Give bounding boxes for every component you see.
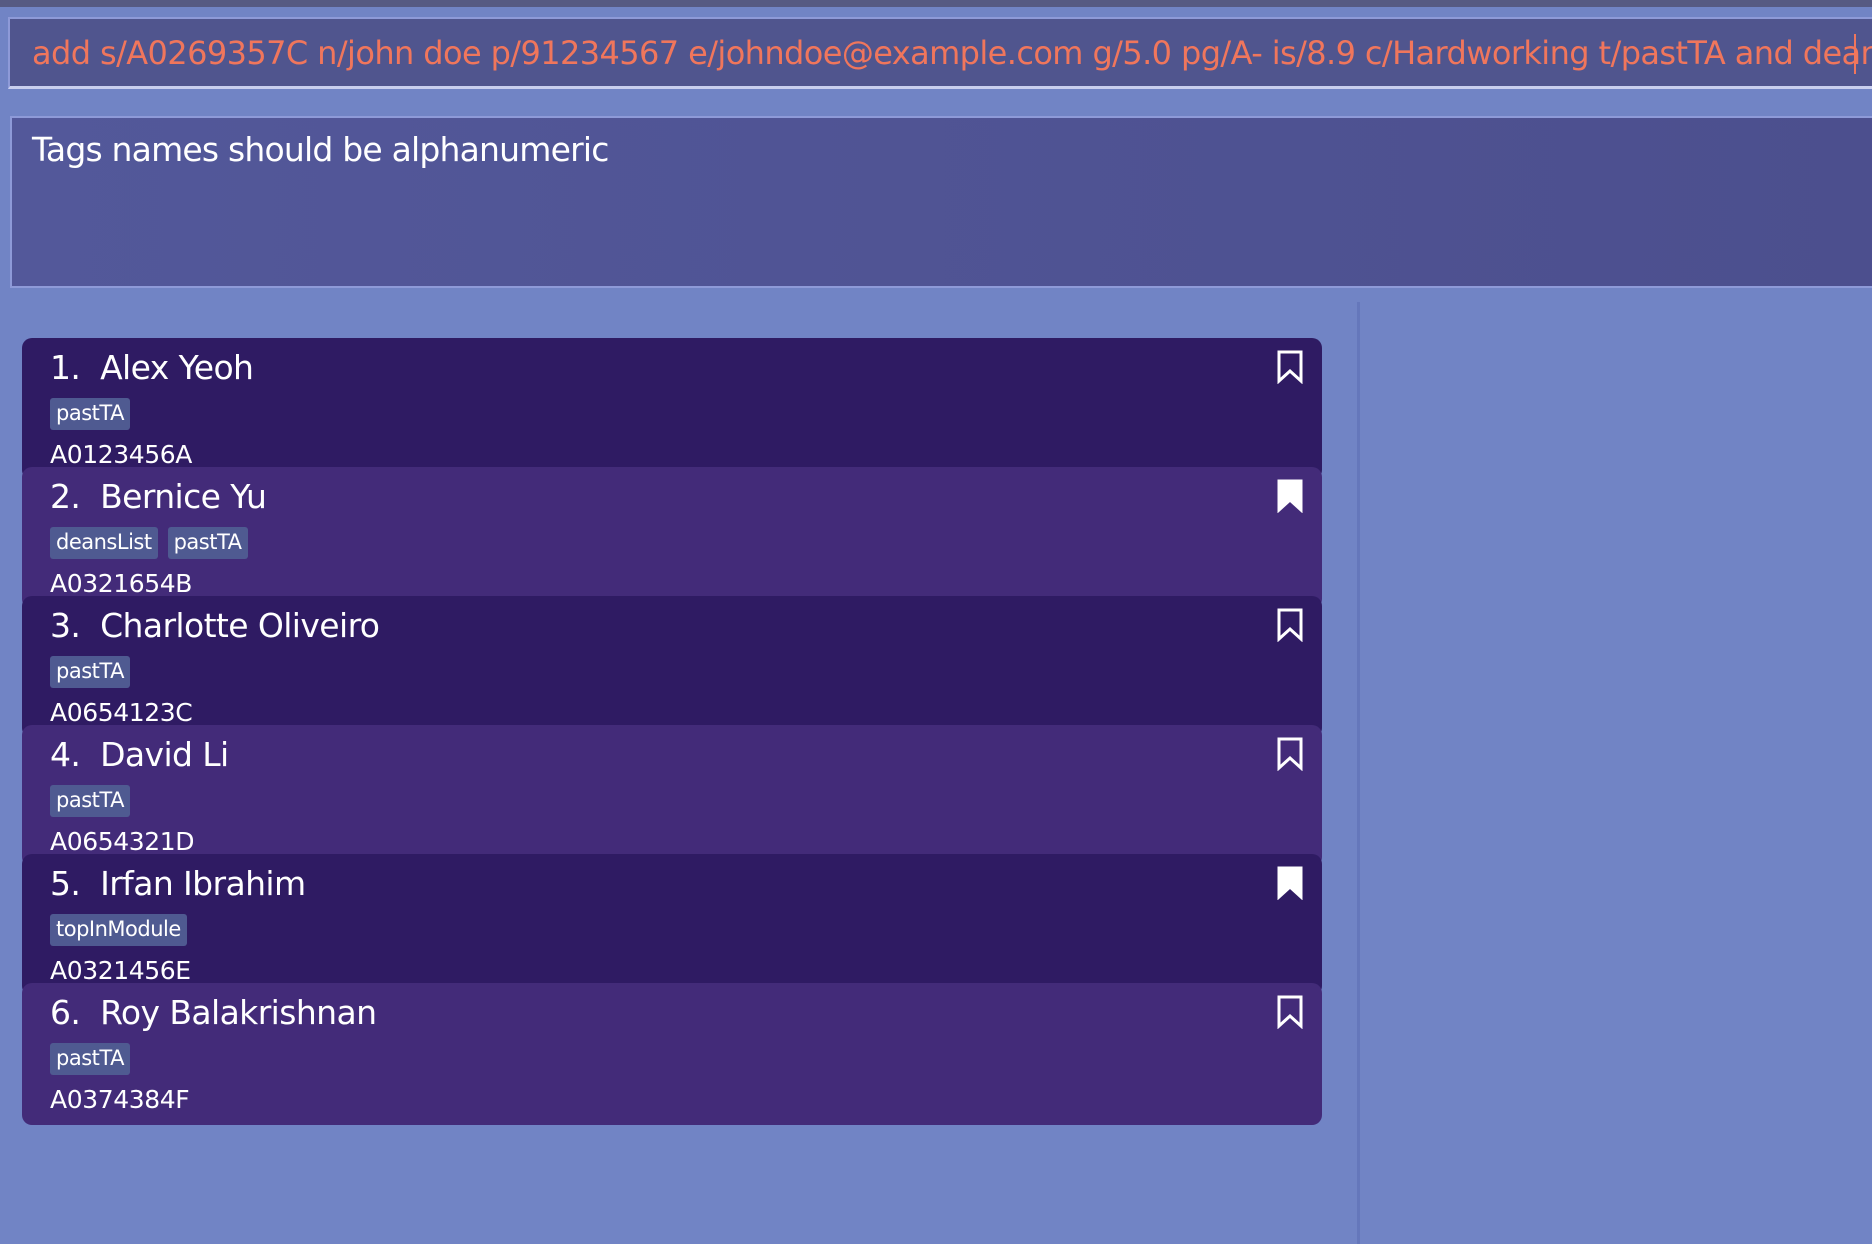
tag-list: pastTA xyxy=(50,656,130,688)
command-box[interactable]: add s/A0269357C n/john doe p/91234567 e/… xyxy=(8,17,1872,89)
person-name: 4. David Li xyxy=(50,733,229,777)
tag-list: pastTA xyxy=(50,1043,130,1075)
bookmark-outline-icon[interactable] xyxy=(1276,608,1304,642)
person-name: 5. Irfan Ibrahim xyxy=(50,862,306,906)
person-name-text: Alex Yeoh xyxy=(100,348,254,387)
person-index: 2. xyxy=(50,477,81,516)
person-name: 3. Charlotte Oliveiro xyxy=(50,604,380,648)
tag-badge: pastTA xyxy=(50,1043,130,1075)
person-card[interactable]: 6. Roy Balakrishnan pastTA A0374384F xyxy=(22,983,1322,1125)
person-index: 1. xyxy=(50,348,81,387)
command-input[interactable]: add s/A0269357C n/john doe p/91234567 e/… xyxy=(32,33,1872,73)
result-display: Tags names should be alphanumeric xyxy=(10,116,1872,288)
window-top-bar xyxy=(0,0,1872,7)
person-card[interactable]: 5. Irfan Ibrahim topInModule A0321456E xyxy=(22,854,1322,996)
person-name: 2. Bernice Yu xyxy=(50,475,267,519)
detail-panel xyxy=(1357,302,1872,1244)
person-name-text: Roy Balakrishnan xyxy=(100,993,377,1032)
tag-badge: pastTA xyxy=(50,785,130,817)
person-index: 5. xyxy=(50,864,81,903)
person-name: 6. Roy Balakrishnan xyxy=(50,991,377,1035)
person-list-panel[interactable]: 1. Alex Yeoh pastTA A0123456A 2. Bernice Yu… xyxy=(0,302,1357,1244)
bookmark-filled-icon[interactable] xyxy=(1276,479,1304,513)
tag-list: pastTA xyxy=(50,785,130,817)
person-card[interactable]: 3. Charlotte Oliveiro pastTA A0654123C xyxy=(22,596,1322,738)
person-index: 6. xyxy=(50,993,81,1032)
student-id: A0374384F xyxy=(50,1085,190,1114)
tag-list: pastTA xyxy=(50,398,130,430)
tag-list: topInModule xyxy=(50,914,187,946)
text-caret xyxy=(1854,34,1856,74)
person-card[interactable]: 2. Bernice Yu deansList pastTA A0321654B xyxy=(22,467,1322,609)
tag-badge: pastTA xyxy=(50,398,130,430)
result-message: Tags names should be alphanumeric xyxy=(32,130,609,169)
bookmark-outline-icon[interactable] xyxy=(1276,995,1304,1029)
person-name-text: Irfan Ibrahim xyxy=(100,864,306,903)
bookmark-outline-icon[interactable] xyxy=(1276,350,1304,384)
person-name-text: David Li xyxy=(100,735,229,774)
tag-badge: pastTA xyxy=(167,527,248,559)
person-name-text: Charlotte Oliveiro xyxy=(100,606,380,645)
bookmark-filled-icon[interactable] xyxy=(1276,866,1304,900)
person-card[interactable]: 4. David Li pastTA A0654321D xyxy=(22,725,1322,867)
tag-badge: deansList xyxy=(50,527,158,559)
person-index: 4. xyxy=(50,735,81,774)
tag-badge: pastTA xyxy=(50,656,130,688)
person-name-text: Bernice Yu xyxy=(100,477,267,516)
person-name: 1. Alex Yeoh xyxy=(50,346,254,390)
person-index: 3. xyxy=(50,606,81,645)
tag-badge: topInModule xyxy=(50,914,187,946)
person-card[interactable]: 1. Alex Yeoh pastTA A0123456A xyxy=(22,338,1322,480)
bookmark-outline-icon[interactable] xyxy=(1276,737,1304,771)
tag-list: deansList pastTA xyxy=(50,527,248,559)
